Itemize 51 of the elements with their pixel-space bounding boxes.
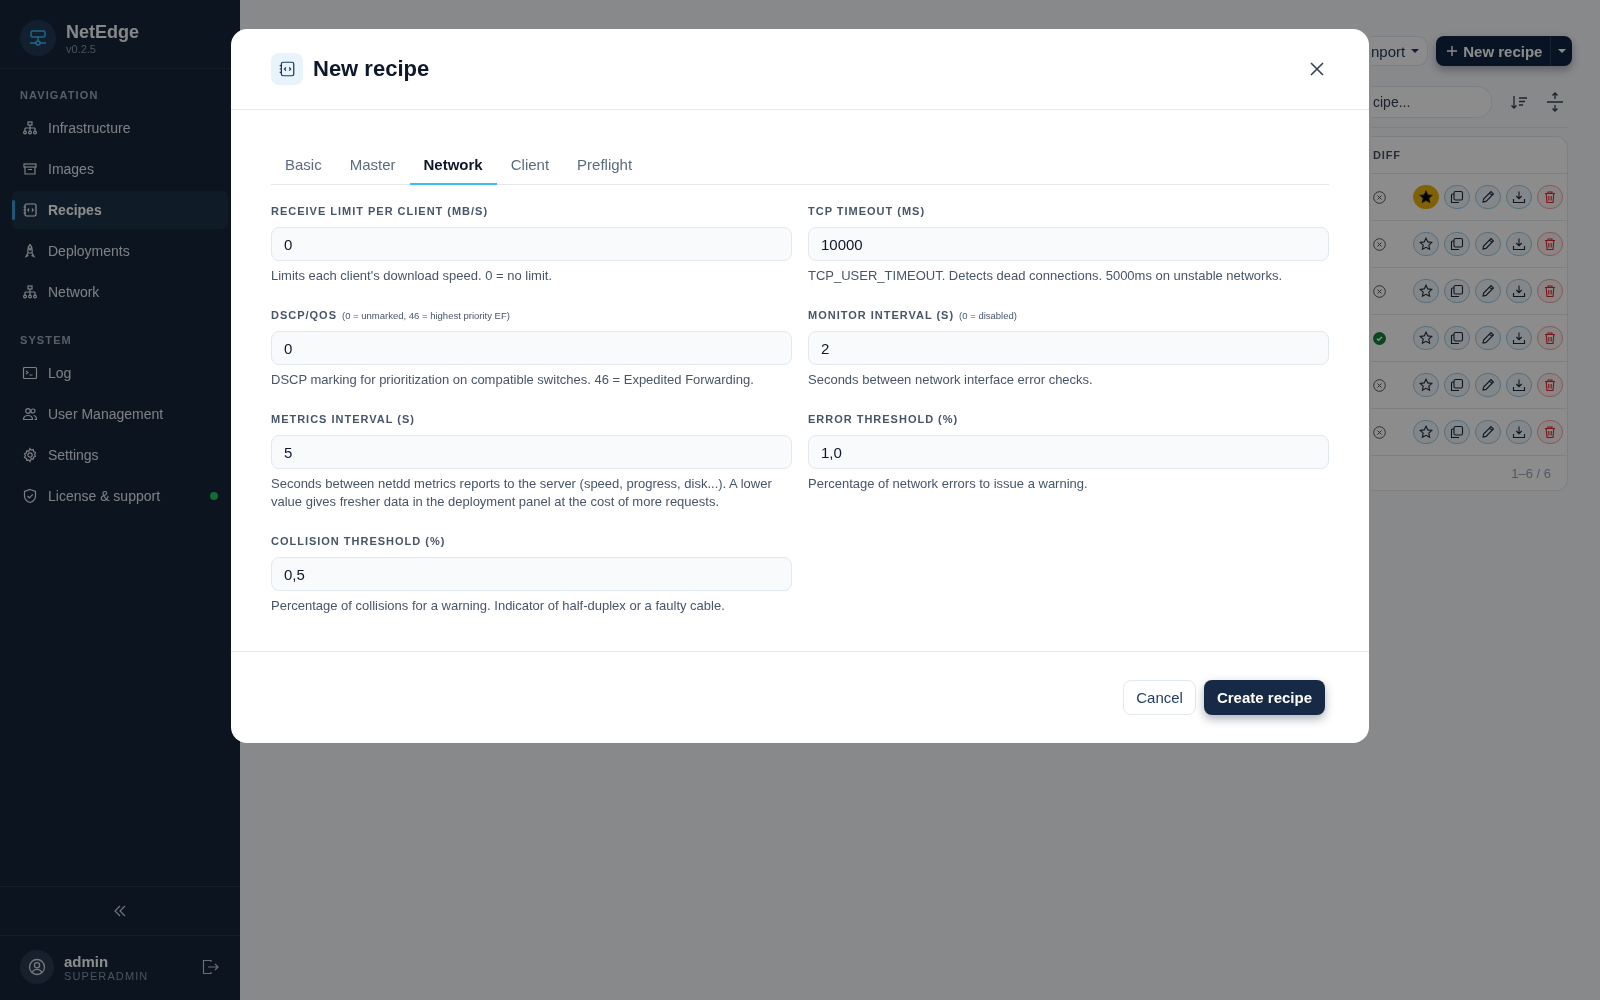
nav-item[interactable]: Deployments [12,232,228,270]
field-label: RECEIVE LIMIT PER CLIENT (MB/S) [271,205,489,217]
field-hint: (0 = disabled) [959,310,1017,321]
help-text: Seconds between netdd metrics reports to the server (speed, progress, disk...). A lower value gives fresher data in the deployment panel at the cost of more requests. [271,475,773,511]
nav-item[interactable]: Network [12,273,228,311]
nav-item[interactable]: Log [12,354,228,392]
section-heading: SYSTEM [19,333,73,348]
new-recipe-button[interactable]: New recipe [1436,36,1551,66]
user-name: admin [64,952,110,970]
tab[interactable]: Network [409,146,497,185]
field-hint: (0 = unmarked, 46 = highest priority EF) [342,310,510,321]
app-name: NetEdge [66,21,139,43]
field-label: ERROR THRESHOLD (%) [808,413,959,425]
tab[interactable]: Basic [271,146,336,185]
input-field[interactable]: 0 [271,227,792,261]
nav-item[interactable]: Images [12,150,228,188]
pagination-text: 1–6 / 6 [1511,465,1551,481]
tab[interactable]: Client [496,146,564,185]
help-text: Percentage of network errors to issue a warning. [808,475,1089,493]
input-field[interactable]: 5 [271,435,792,469]
import-dropdown[interactable]: nport [1371,36,1429,66]
column-header: DIFF [1373,149,1401,161]
input-field[interactable]: 1,0 [808,435,1329,469]
nav-item[interactable]: License & support [12,477,228,515]
nav-item[interactable]: Settings [12,436,228,474]
help-text: DSCP marking for prioritization on compatible switches. 46 = Expedited Forwarding. [271,371,755,389]
help-text: Percentage of collisions for a warning. Indicator of half-duplex or a faulty cable. [271,597,726,615]
user-role: SUPERADMIN [64,969,150,982]
nav-item[interactable]: Infrastructure [12,109,228,147]
app-version: v0.2.5 [66,42,97,55]
field-label: METRICS INTERVAL (S) [271,413,415,425]
section-heading: NAVIGATION [19,88,100,103]
help-text: Limits each client's download speed. 0 = no limit. [271,267,554,285]
nav-item[interactable]: Recipes [12,191,228,229]
input-field[interactable]: 2 [808,331,1329,365]
search-field[interactable]: cipe... [1371,86,1492,118]
field-label: TCP TIMEOUT (MS) [808,205,926,217]
help-text: Seconds between network interface error checks. [808,371,1094,389]
tab[interactable]: Master [335,146,410,185]
nav-item[interactable]: User Management [12,395,228,433]
input-field[interactable]: 0,5 [271,557,792,591]
help-text: TCP_USER_TIMEOUT. Detects dead connections. 5000ms on unstable networks. [808,267,1283,285]
dialog-title: New recipe [313,56,431,82]
cancel-button[interactable]: Cancel [1123,680,1196,715]
field-label: COLLISION THRESHOLD (%) [271,535,446,547]
input-field[interactable]: 10000 [808,227,1329,261]
field-label: MONITOR INTERVAL (S) [808,309,955,321]
field-label: DSCP/QOS [271,309,337,321]
tab[interactable]: Preflight [563,146,647,185]
create-button[interactable]: Create recipe [1203,680,1325,715]
input-field[interactable]: 0 [271,331,792,365]
